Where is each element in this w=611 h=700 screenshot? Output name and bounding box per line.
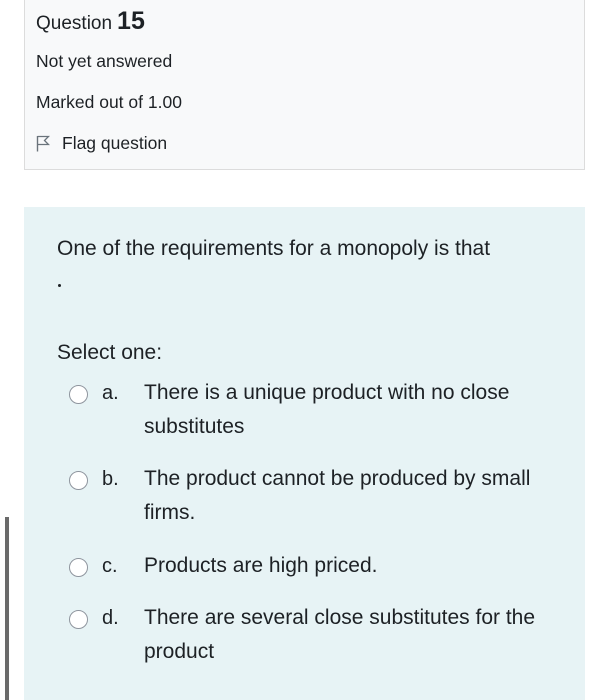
flag-question-link[interactable]: Flag question bbox=[36, 133, 167, 154]
answer-option-d[interactable]: d. There are several close substitutes f… bbox=[69, 606, 569, 675]
option-letter: c. bbox=[102, 555, 118, 577]
question-title-prefix: Question bbox=[36, 13, 113, 34]
question-content-panel: One of the requirements for a monopoly i… bbox=[24, 207, 585, 700]
question-status: Not yet answered bbox=[36, 51, 173, 71]
question-number: 15 bbox=[117, 7, 145, 35]
question-marks: Marked out of 1.00 bbox=[36, 92, 182, 112]
option-letter: a. bbox=[102, 382, 119, 404]
flag-outline-icon bbox=[36, 135, 50, 152]
option-text: Products are high priced. bbox=[144, 554, 378, 577]
option-text: There is a unique product with no close … bbox=[144, 381, 510, 438]
select-one-prompt: Select one: bbox=[57, 341, 163, 364]
left-edge-bar bbox=[5, 517, 9, 700]
question-text: One of the requirements for a monopoly i… bbox=[57, 237, 491, 260]
option-text: The product cannot be produced by small … bbox=[144, 467, 531, 524]
flag-question-label: Flag question bbox=[62, 133, 168, 153]
option-letter: d. bbox=[102, 607, 119, 629]
radio-unchecked-icon[interactable] bbox=[69, 610, 88, 629]
radio-unchecked-icon[interactable] bbox=[69, 385, 88, 404]
option-letter: b. bbox=[102, 468, 119, 490]
answer-option-c[interactable]: c. Products are high priced. bbox=[69, 554, 569, 589]
question-title: Question 15 bbox=[36, 7, 145, 36]
answer-option-b[interactable]: b. The product cannot be produced by sma… bbox=[69, 467, 569, 536]
answer-option-a[interactable]: a. There is a unique product with no clo… bbox=[69, 381, 569, 450]
radio-unchecked-icon[interactable] bbox=[69, 558, 88, 577]
radio-unchecked-icon[interactable] bbox=[69, 471, 88, 490]
option-text: There are several close substitutes for … bbox=[144, 606, 536, 663]
question-info-panel: Question 15 Not yet answered Marked out o… bbox=[24, 0, 585, 170]
answer-blank-dot bbox=[58, 284, 61, 287]
